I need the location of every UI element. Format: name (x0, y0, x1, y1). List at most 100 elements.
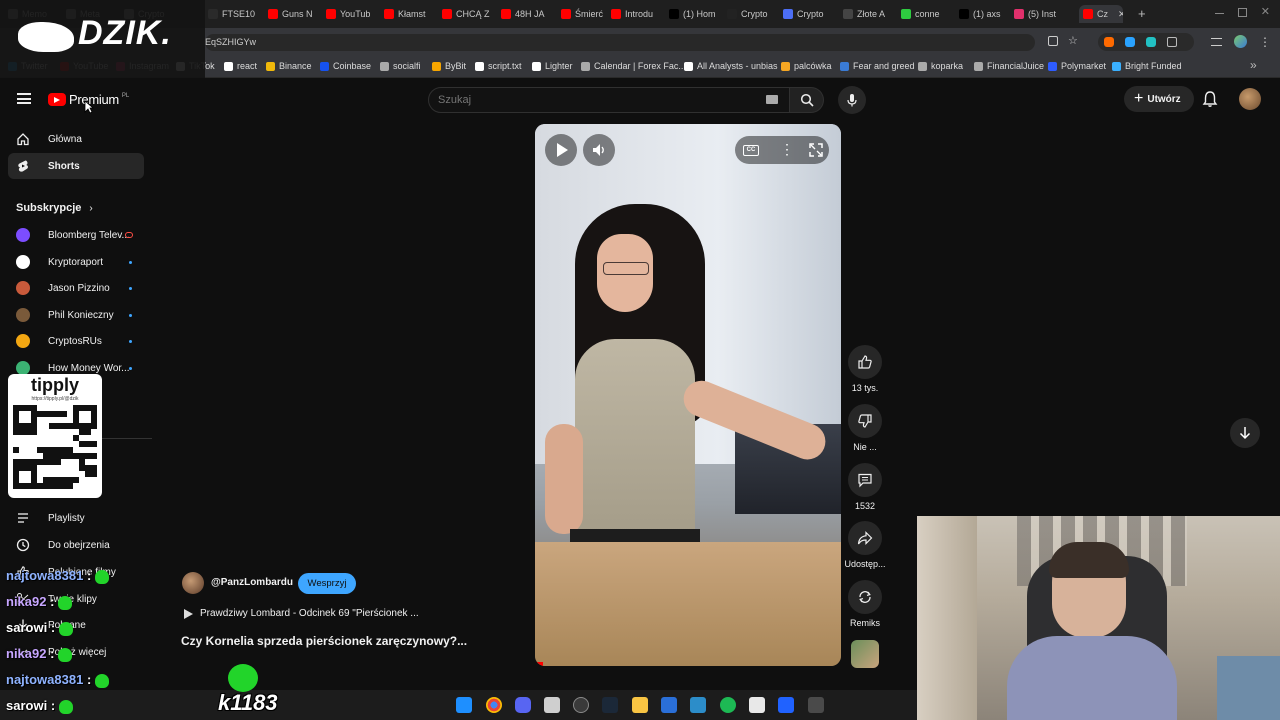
subscription-item[interactable]: Kryptoraport (16, 252, 103, 272)
bookmark-item[interactable]: Binance (266, 61, 312, 71)
bookmark-item[interactable]: palcówka (781, 61, 832, 71)
obs-icon[interactable] (573, 697, 589, 713)
short-action-button[interactable]: 1532 (844, 463, 886, 511)
omnibox[interactable] (205, 34, 1035, 51)
browser-tab[interactable]: Cz ✕ (1079, 5, 1123, 23)
bookmark-label: Polymarket (1061, 61, 1107, 71)
install-icon[interactable] (1048, 36, 1058, 46)
bookmark-item[interactable]: koparka (918, 61, 963, 71)
captions-icon[interactable]: CC (743, 145, 759, 156)
short-action-button[interactable]: Nie ... (844, 404, 886, 452)
bookmarks-overflow-icon[interactable]: » (1250, 58, 1257, 72)
browser-tab[interactable]: Introdu (611, 5, 663, 23)
sidebar-item-you[interactable]: Do obejrzenia (8, 532, 144, 558)
account-avatar[interactable] (1239, 88, 1261, 110)
browser-tab[interactable]: (5) Inst (1014, 5, 1072, 23)
channel-avatar[interactable] (182, 572, 204, 594)
new-tab-button[interactable]: + (1138, 6, 1146, 21)
bookmark-item[interactable]: Coinbase (320, 61, 371, 71)
subscription-item[interactable]: CryptosRUs (16, 331, 102, 351)
app-tools-icon[interactable] (690, 697, 706, 713)
extensions-icon[interactable] (1167, 37, 1177, 47)
short-title[interactable]: Czy Kornelia sprzeda pierścionek zaręczy… (181, 634, 467, 648)
browser-tab[interactable]: Złote A (843, 5, 895, 23)
app-white-icon[interactable] (749, 697, 765, 713)
bookmark-item[interactable]: All Analysts - unbias (684, 61, 778, 71)
sidebar-item-you[interactable]: Playlisty (8, 505, 144, 531)
shorts-video-player[interactable]: CC ⋮ (535, 124, 841, 666)
reading-list-icon[interactable] (1211, 37, 1222, 46)
steam-icon[interactable] (602, 697, 618, 713)
browser-tab[interactable]: Guns N (268, 5, 320, 23)
subscription-item[interactable]: Bloomberg Telev... (16, 225, 130, 245)
browser-tab[interactable]: Crypto (727, 5, 777, 23)
channel-name[interactable]: @PanzLombardu (211, 577, 293, 588)
bookmark-item[interactable]: Polymarket (1048, 61, 1106, 71)
browser-tab[interactable]: Crypto (783, 5, 837, 23)
bookmark-item[interactable]: ByBit (432, 61, 466, 71)
voice-search-button[interactable] (838, 86, 866, 114)
maximize-icon[interactable] (1237, 8, 1247, 17)
browser-tab[interactable]: Śmierć (561, 5, 605, 23)
close-icon[interactable]: ✕ (1261, 6, 1270, 20)
subscription-item[interactable]: Phil Konieczny (16, 305, 114, 325)
browser-tab[interactable]: (1) Hom (669, 5, 721, 23)
mute-button[interactable] (583, 134, 615, 166)
short-action-button[interactable]: 13 tys. (844, 345, 886, 393)
sidebar-item-home[interactable]: Główna (8, 126, 144, 152)
keyboard-icon[interactable] (766, 95, 778, 104)
remix-source-thumbnail[interactable] (851, 640, 879, 668)
video-progress-bar[interactable] (535, 662, 543, 666)
file-explorer-icon[interactable] (632, 697, 648, 713)
support-button[interactable]: Wesprzyj (298, 573, 356, 594)
browser-tab[interactable]: FTSE10 (208, 5, 262, 23)
bookmark-item[interactable]: Calendar | Forex Fac... (581, 61, 686, 71)
tab-favicon-icon (1014, 9, 1024, 19)
windows-start-icon[interactable] (456, 697, 472, 713)
app-x-icon[interactable] (778, 697, 794, 713)
browser-tab[interactable]: (1) axs (959, 5, 1009, 23)
bookmark-item[interactable]: socialfi (380, 61, 421, 71)
profile-avatar-icon[interactable] (1234, 35, 1247, 48)
discord-icon[interactable] (515, 697, 531, 713)
playlist-link[interactable]: Prawdziwy Lombard - Odcinek 69 "Pierścio… (184, 608, 419, 619)
extension-fox-icon[interactable] (1104, 37, 1114, 47)
browser-tab[interactable]: conne (901, 5, 953, 23)
app-gray-icon[interactable] (808, 697, 824, 713)
sidebar-item-shorts[interactable]: Shorts (8, 153, 144, 179)
browser-tab[interactable]: CHCĄ Z (442, 5, 494, 23)
app-blue-icon[interactable] (661, 697, 677, 713)
bookmark-item[interactable]: FinancialJuice (974, 61, 1044, 71)
bookmark-item[interactable]: script.txt (475, 61, 522, 71)
search-button[interactable] (790, 87, 824, 113)
tab-favicon-icon (611, 9, 621, 19)
star-icon[interactable]: ☆ (1068, 36, 1078, 47)
browser-tab[interactable]: Kłamst (384, 5, 436, 23)
browser-tab[interactable]: 48H JA (501, 5, 555, 23)
minimize-icon[interactable] (1214, 13, 1224, 14)
extension-blue-icon[interactable] (1125, 37, 1135, 47)
bookmark-item[interactable]: Lighter (532, 61, 573, 71)
short-action-button[interactable]: Udostęp... (844, 521, 886, 569)
play-button[interactable] (545, 134, 577, 166)
create-button[interactable]: + Utwórz (1124, 86, 1194, 112)
spotify-icon[interactable] (720, 697, 736, 713)
kebab-menu-icon[interactable]: ⋮ (1259, 36, 1271, 48)
bookmark-item[interactable]: react (224, 61, 257, 71)
subscriptions-header[interactable]: Subskrypcje › (16, 202, 93, 214)
fullscreen-icon[interactable] (809, 143, 823, 157)
chrome-icon[interactable] (486, 697, 502, 713)
bookmark-item[interactable]: Fear and greed (840, 61, 915, 71)
browser-tab[interactable]: YouTub (326, 5, 378, 23)
more-options-icon[interactable]: ⋮ (780, 141, 794, 158)
tab-close-icon[interactable]: ✕ (1118, 9, 1123, 20)
bookmark-item[interactable]: Bright Funded (1112, 61, 1182, 71)
short-action-button[interactable]: Remiks (844, 580, 886, 628)
notifications-button[interactable] (1202, 90, 1218, 108)
app-icon[interactable] (544, 697, 560, 713)
extension-teal-icon[interactable] (1146, 37, 1156, 47)
subscription-item[interactable]: Jason Pizzino (16, 278, 110, 298)
hamburger-menu-icon[interactable] (17, 93, 31, 104)
next-short-button[interactable] (1230, 418, 1260, 448)
search-input[interactable] (438, 91, 758, 109)
